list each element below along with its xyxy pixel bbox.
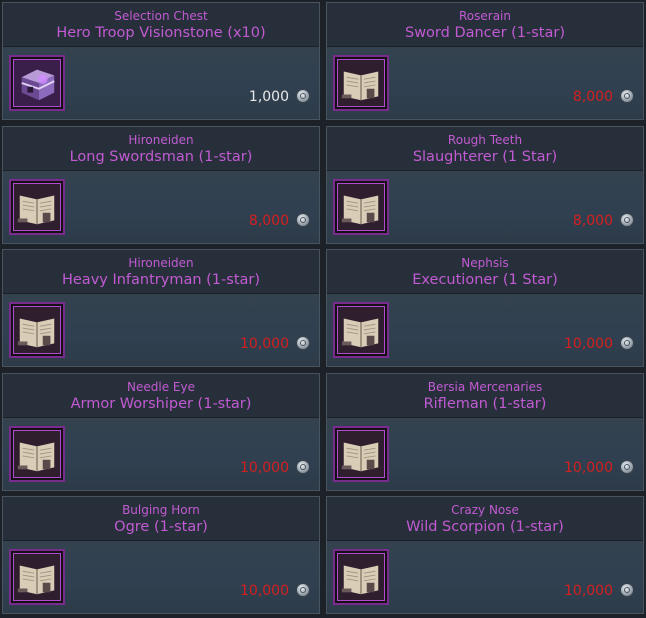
silver-coin-icon (296, 583, 310, 597)
item-subtitle: Rough Teeth (447, 132, 523, 147)
item-subtitle: Bersia Mercenaries (427, 379, 543, 394)
book-icon (338, 430, 384, 477)
item-thumbnail[interactable] (9, 178, 65, 235)
item-thumbnail[interactable] (333, 425, 389, 482)
shop-item-card[interactable]: Hironeiden Heavy Infantryman (1-star) 10… (2, 249, 320, 367)
item-header: Bersia Mercenaries Rifleman (1-star) (327, 373, 643, 418)
item-header: Rough Teeth Slaughterer (1 Star) (327, 126, 643, 171)
item-thumbnail[interactable] (9, 549, 65, 605)
item-thumbnail[interactable] (333, 302, 389, 358)
item-body: 10,000 (327, 417, 643, 490)
item-subtitle: Hironeiden (128, 132, 194, 147)
silver-coin-icon (620, 89, 634, 103)
item-body: 10,000 (327, 294, 643, 366)
item-subtitle: Roserain (458, 9, 511, 23)
item-thumbnail[interactable] (333, 55, 389, 111)
shop-item-card[interactable]: Hironeiden Long Swordsman (1-star) 8,000 (2, 125, 320, 244)
shop-item-card[interactable]: Selection Chest Hero Troop Visionstone (… (2, 2, 320, 120)
item-subtitle: Crazy Nose (451, 503, 519, 517)
item-title: Hero Troop Visionstone (x10) (56, 25, 266, 41)
book-icon (14, 430, 60, 477)
item-body: 10,000 (3, 294, 319, 366)
shop-item-card[interactable]: Needle Eye Armor Worshiper (1-star) 10,0… (2, 372, 320, 491)
item-subtitle: Needle Eye (127, 379, 195, 394)
shop-item-card[interactable]: Crazy Nose Wild Scorpion (1-star) 10,000 (326, 496, 644, 614)
item-price: 10,000 (240, 336, 289, 352)
item-body: 10,000 (3, 541, 319, 613)
item-title: Wild Scorpion (1-star) (406, 519, 564, 535)
item-subtitle: Hironeiden (128, 256, 194, 270)
shop-item-card[interactable]: Nephsis Executioner (1 Star) 10,000 (326, 249, 644, 367)
item-header: Needle Eye Armor Worshiper (1-star) (3, 373, 319, 418)
item-thumbnail[interactable] (333, 549, 389, 605)
silver-coin-icon (620, 583, 634, 597)
book-icon (338, 307, 384, 353)
item-subtitle: Nephsis (461, 256, 509, 270)
item-price: 8,000 (248, 212, 289, 229)
book-icon (338, 60, 384, 106)
item-title: Slaughterer (1 Star) (412, 148, 558, 165)
book-icon (338, 183, 384, 230)
silver-coin-icon (620, 212, 634, 227)
silver-coin-icon (620, 336, 634, 350)
item-title: Long Swordsman (1-star) (69, 148, 253, 165)
silver-coin-icon (296, 212, 310, 227)
item-price: 10,000 (240, 583, 289, 599)
item-body: 10,000 (327, 541, 643, 613)
shop-item-card[interactable]: Bulging Horn Ogre (1-star) 10,000 (2, 496, 320, 614)
item-thumbnail[interactable] (9, 55, 65, 111)
item-title: Heavy Infantryman (1-star) (61, 272, 261, 288)
book-icon (338, 554, 384, 600)
item-price: 10,000 (240, 459, 289, 476)
item-header: Bulging Horn Ogre (1-star) (3, 497, 319, 541)
item-title: Rifleman (1-star) (423, 395, 547, 412)
item-thumbnail[interactable] (9, 302, 65, 358)
item-price: 10,000 (564, 583, 613, 599)
item-header: Crazy Nose Wild Scorpion (1-star) (327, 497, 643, 541)
book-icon (14, 307, 60, 353)
book-icon (14, 554, 60, 600)
item-price: 8,000 (572, 212, 613, 229)
shop-item-card[interactable]: Bersia Mercenaries Rifleman (1-star) 10,… (326, 372, 644, 491)
book-icon (14, 183, 60, 230)
chest-icon (14, 60, 60, 106)
item-body: 8,000 (327, 47, 643, 119)
silver-coin-icon (620, 459, 634, 474)
item-title: Armor Worshiper (1-star) (70, 395, 252, 412)
item-title: Sword Dancer (1-star) (404, 25, 566, 41)
item-title: Ogre (1-star) (114, 519, 208, 535)
silver-coin-icon (296, 459, 310, 474)
silver-coin-icon (296, 336, 310, 350)
item-header: Nephsis Executioner (1 Star) (327, 250, 643, 294)
shop-item-card[interactable]: Roserain Sword Dancer (1-star) 8,000 (326, 2, 644, 120)
item-body: 8,000 (3, 170, 319, 243)
item-header: Hironeiden Long Swordsman (1-star) (3, 126, 319, 171)
item-price: 10,000 (564, 336, 613, 352)
item-body: 10,000 (3, 417, 319, 490)
item-thumbnail[interactable] (9, 425, 65, 482)
item-subtitle: Bulging Horn (122, 503, 200, 517)
item-body: 8,000 (327, 170, 643, 243)
item-body: 1,000 (3, 47, 319, 119)
shop-item-grid: Selection Chest Hero Troop Visionstone (… (0, 0, 646, 618)
shop-item-card[interactable]: Rough Teeth Slaughterer (1 Star) 8,000 (326, 125, 644, 244)
item-title: Executioner (1 Star) (412, 272, 558, 288)
item-header: Roserain Sword Dancer (1-star) (327, 3, 643, 47)
item-header: Hironeiden Heavy Infantryman (1-star) (3, 250, 319, 294)
item-price: 8,000 (572, 89, 613, 105)
item-price: 1,000 (248, 89, 289, 105)
item-subtitle: Selection Chest (114, 9, 208, 23)
item-header: Selection Chest Hero Troop Visionstone (… (3, 3, 319, 47)
item-thumbnail[interactable] (333, 178, 389, 235)
item-price: 10,000 (564, 459, 613, 476)
silver-coin-icon (296, 89, 310, 103)
